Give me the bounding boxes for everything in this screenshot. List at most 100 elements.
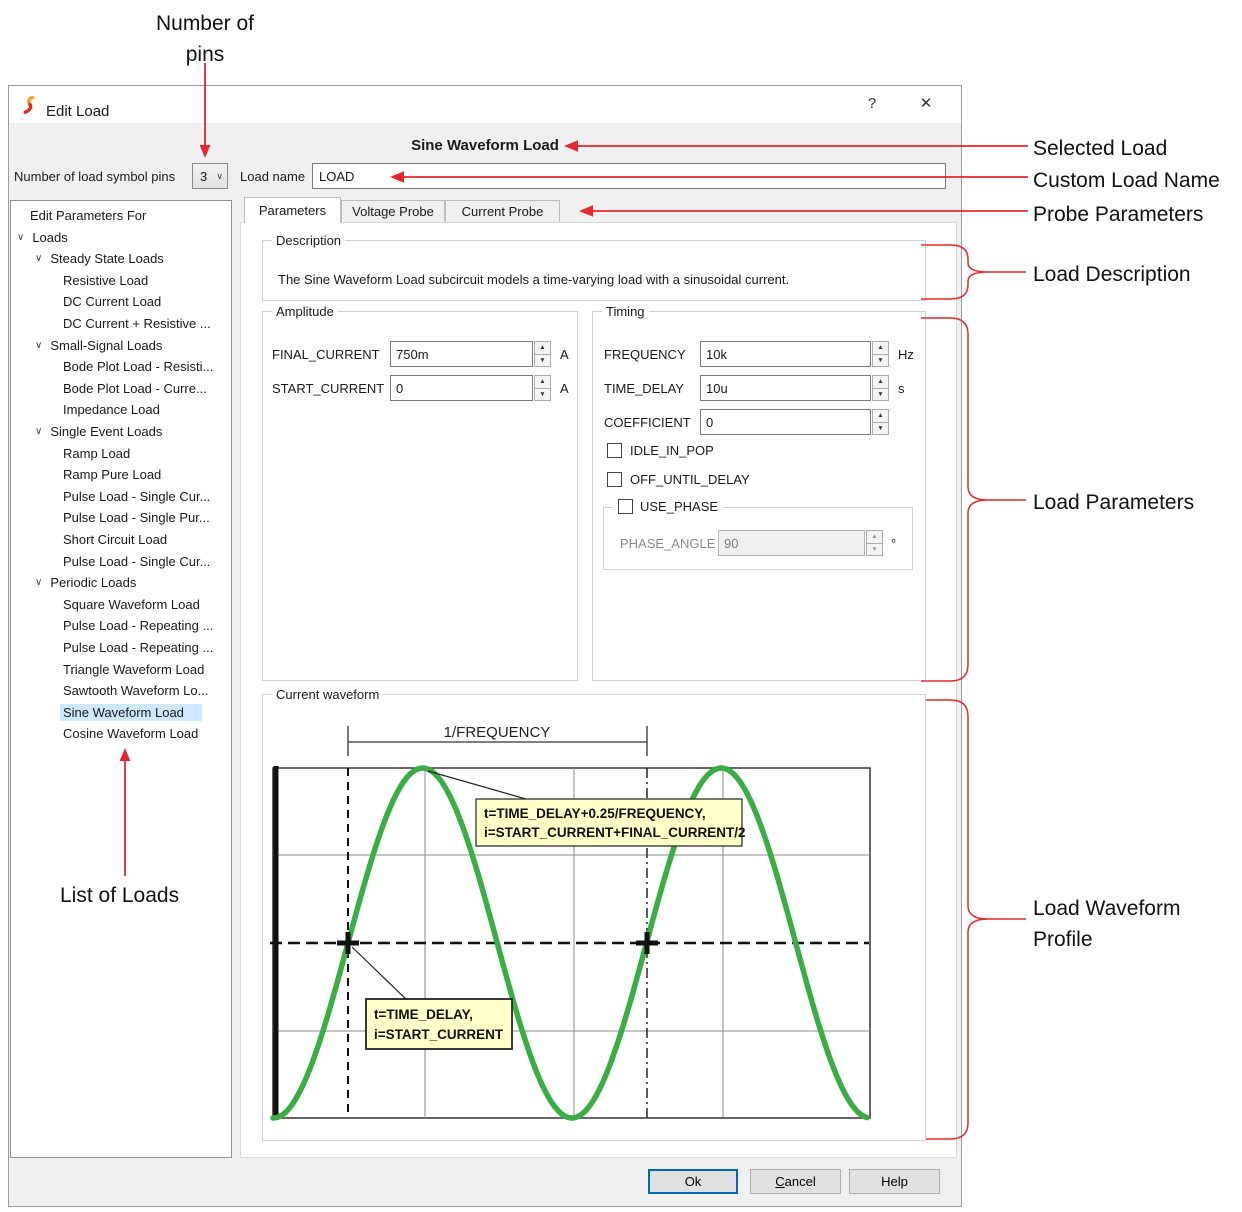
current-waveform-group: Current waveform xyxy=(262,694,926,1141)
tree-item-single-event-loads[interactable]: ∨Single Event Loads xyxy=(11,421,231,442)
coefficient-stepper[interactable]: ▲▼ xyxy=(872,409,889,435)
tree-item-impedance-load[interactable]: Impedance Load xyxy=(11,399,231,420)
tree-item-pulse-load-single-pur[interactable]: Pulse Load - Single Pur... xyxy=(11,507,231,528)
tree-item-loads[interactable]: ∨ Loads xyxy=(11,227,231,248)
tree-item-pulse-load-single-cur[interactable]: Pulse Load - Single Cur... xyxy=(11,486,231,507)
tree-item-pulse-load-repeating[interactable]: Pulse Load - Repeating ... xyxy=(11,637,231,658)
pins-count-label: Number of load symbol pins xyxy=(14,169,175,184)
tree-item-resistive-load[interactable]: Resistive Load xyxy=(11,270,231,291)
selected-load-heading: Sine Waveform Load xyxy=(8,137,962,154)
idle-in-pop-checkbox[interactable] xyxy=(607,443,622,458)
current-waveform-group-label: Current waveform xyxy=(272,687,383,702)
load-name-input[interactable]: LOAD xyxy=(312,163,946,189)
frequency-input[interactable]: 10k xyxy=(700,341,871,367)
time-delay-stepper[interactable]: ▲▼ xyxy=(872,375,889,401)
tree-item-label: Pulse Load - Single Cur... xyxy=(60,553,213,570)
tree-item-periodic-loads[interactable]: ∨Periodic Loads xyxy=(11,572,231,593)
annotation-selected-load: Selected Load xyxy=(1033,133,1167,164)
frequency-label: FREQUENCY xyxy=(604,347,700,362)
start-current-row: START_CURRENT 0 ▲▼ A xyxy=(272,375,569,401)
tab-current-probe[interactable]: Current Probe xyxy=(445,200,560,222)
title-bar xyxy=(9,86,961,123)
tree-item-label: Sine Waveform Load xyxy=(60,704,202,721)
tree-item-label: Short Circuit Load xyxy=(60,531,170,548)
start-current-label: START_CURRENT xyxy=(272,381,390,396)
start-current-input[interactable]: 0 xyxy=(390,375,533,401)
coefficient-input[interactable]: 0 xyxy=(700,409,871,435)
tree-item-label: DC Current + Resistive ... xyxy=(60,315,214,332)
tree-item-cosine-waveform-load[interactable]: Cosine Waveform Load xyxy=(11,723,231,744)
help-button[interactable]: ? xyxy=(852,90,892,118)
ok-button[interactable]: Ok xyxy=(648,1169,738,1194)
amplitude-group-label: Amplitude xyxy=(272,304,338,319)
annotation-list-of-loads: List of Loads xyxy=(60,880,179,911)
annotation-probe-parameters: Probe Parameters xyxy=(1033,199,1203,230)
cancel-button[interactable]: Cancel xyxy=(750,1169,841,1194)
load-tree: Edit Parameters For ∨ Loads ∨Steady State L… xyxy=(10,200,232,1158)
off-until-delay-label: OFF_UNTIL_DELAY xyxy=(630,472,750,487)
spinner-down-icon: ▼ xyxy=(534,389,551,402)
tree-item-small-signal-loads[interactable]: ∨ Small-Signal Loads xyxy=(11,335,231,356)
tree-item-sine-waveform-load[interactable]: Sine Waveform Load xyxy=(11,702,231,723)
frequency-unit: Hz xyxy=(898,347,914,362)
tree-item-short-circuit-load[interactable]: Short Circuit Load xyxy=(11,529,231,550)
load-name-label: Load name xyxy=(240,169,305,184)
use-phase-checkbox[interactable] xyxy=(618,499,633,514)
tree-item-dc-current-load[interactable]: DC Current Load xyxy=(11,291,231,312)
tree-item-dc-current-resistive[interactable]: DC Current + Resistive ... xyxy=(11,313,231,334)
tree-item-label: Bode Plot Load - Curre... xyxy=(60,380,210,397)
tree-item-square-waveform-load[interactable]: Square Waveform Load xyxy=(11,594,231,615)
tree-item-bode-plot-load-resisti[interactable]: Bode Plot Load - Resisti... xyxy=(11,356,231,377)
final-current-unit: A xyxy=(560,347,569,362)
tree-item-edit-parameters-for[interactable]: Edit Parameters For xyxy=(11,205,231,226)
tree-item-label: Cosine Waveform Load xyxy=(60,725,201,742)
tree-item-steady-state-loads[interactable]: ∨Steady State Loads xyxy=(11,248,231,269)
tab-voltage-probe[interactable]: Voltage Probe xyxy=(341,200,445,222)
help-button-bottom[interactable]: Help xyxy=(849,1169,940,1194)
pins-count-value: 3 xyxy=(200,169,207,184)
load-name-value: LOAD xyxy=(319,169,354,184)
spinner-up-icon: ▲ xyxy=(534,341,551,355)
time-delay-label: TIME_DELAY xyxy=(604,381,700,396)
close-button[interactable]: ✕ xyxy=(906,90,946,118)
frequency-stepper[interactable]: ▲▼ xyxy=(872,341,889,367)
chevron-down-icon[interactable]: ∨ xyxy=(35,577,42,588)
final-current-input[interactable]: 750m xyxy=(390,341,533,367)
idle-in-pop-row: IDLE_IN_POP xyxy=(607,443,714,458)
tree-item-triangle-waveform-load[interactable]: Triangle Waveform Load xyxy=(11,659,231,680)
tree-item-bode-plot-load-curre[interactable]: Bode Plot Load - Curre... xyxy=(11,378,231,399)
tree-item-label: Ramp Pure Load xyxy=(60,466,164,483)
start-current-stepper[interactable]: ▲▼ xyxy=(534,375,551,401)
tree-item-label: Small-Signal Loads xyxy=(47,337,165,354)
tree-item-pulse-load-single-cur[interactable]: Pulse Load - Single Cur... xyxy=(11,551,231,572)
chevron-down-icon[interactable]: ∨ xyxy=(35,426,42,437)
final-current-label: FINAL_CURRENT xyxy=(272,347,390,362)
tree-item-ramp-load[interactable]: Ramp Load xyxy=(11,443,231,464)
chevron-down-icon[interactable]: ∨ xyxy=(17,232,24,243)
tree-item-label: Resistive Load xyxy=(60,272,151,289)
tree-item-pulse-load-repeating[interactable]: Pulse Load - Repeating ... xyxy=(11,615,231,636)
tree-item-ramp-pure-load[interactable]: Ramp Pure Load xyxy=(11,464,231,485)
phase-angle-stepper: ▲▼ xyxy=(866,530,883,556)
time-delay-unit: s xyxy=(898,381,905,396)
final-current-stepper[interactable]: ▲▼ xyxy=(534,341,551,367)
annotation-load-parameters: Load Parameters xyxy=(1033,487,1194,518)
window-title: Edit Load xyxy=(46,103,109,120)
chevron-down-icon[interactable]: ∨ xyxy=(35,340,42,351)
tree-item-label: Pulse Load - Repeating ... xyxy=(60,617,216,634)
pins-count-dropdown[interactable]: 3 ∨ xyxy=(192,163,228,189)
spinner-up-icon: ▲ xyxy=(872,409,889,423)
tab-parameters[interactable]: Parameters xyxy=(244,197,341,223)
phase-angle-label: PHASE_ANGLE xyxy=(620,536,718,551)
tree-item-label: Triangle Waveform Load xyxy=(60,661,207,678)
tree-item-sawtooth-waveform-lo[interactable]: Sawtooth Waveform Lo... xyxy=(11,680,231,701)
off-until-delay-checkbox[interactable] xyxy=(607,472,622,487)
use-phase-legend: USE_PHASE xyxy=(613,499,723,514)
tree-item-label: Loads xyxy=(29,229,70,246)
coefficient-row: COEFFICIENT 0 ▲▼ xyxy=(604,409,889,435)
start-current-unit: A xyxy=(560,381,569,396)
spinner-down-icon: ▼ xyxy=(866,544,883,557)
spinner-down-icon: ▼ xyxy=(872,423,889,436)
time-delay-input[interactable]: 10u xyxy=(700,375,871,401)
chevron-down-icon[interactable]: ∨ xyxy=(35,253,42,264)
